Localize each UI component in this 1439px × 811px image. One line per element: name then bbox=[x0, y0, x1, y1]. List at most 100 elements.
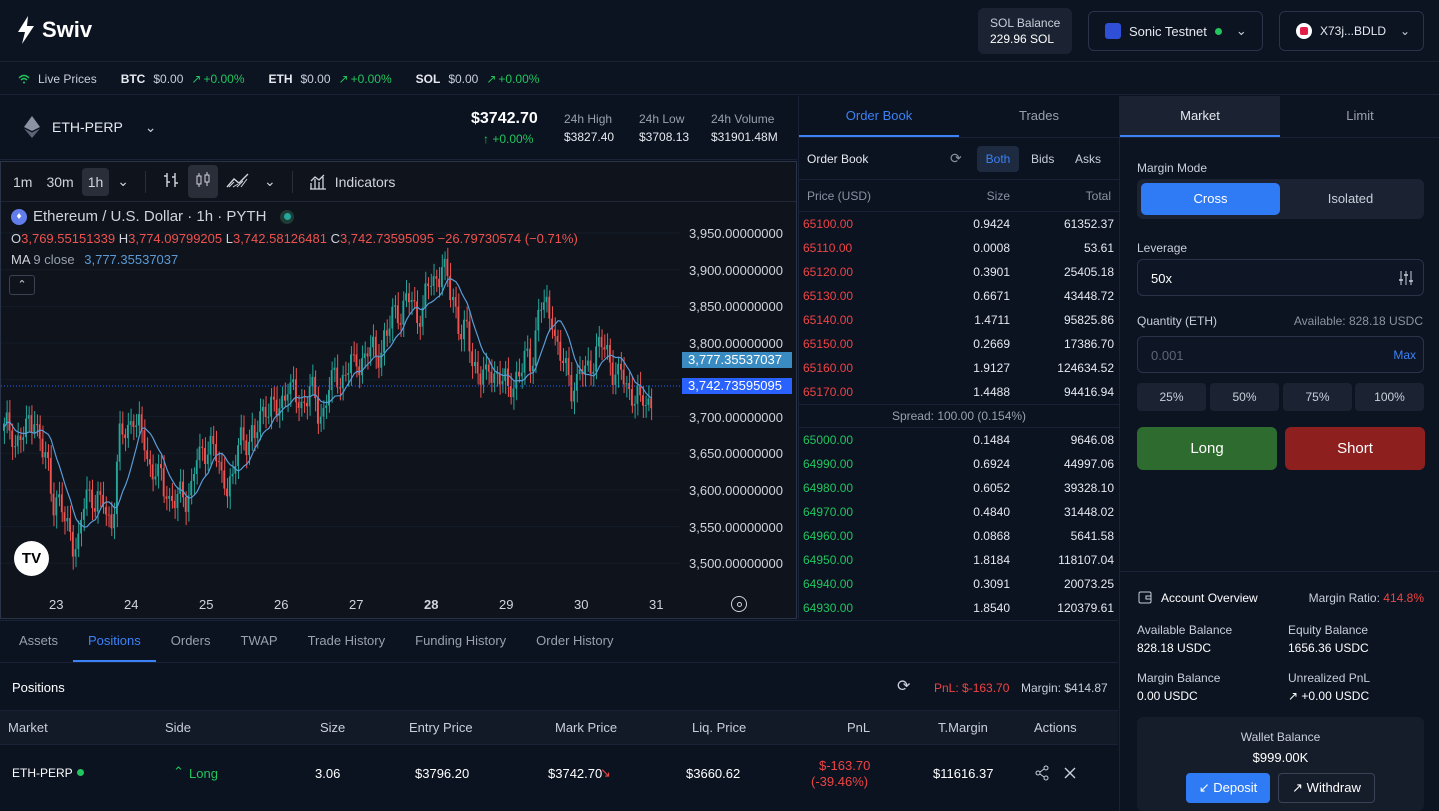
pct-75-button[interactable]: 75% bbox=[1283, 383, 1352, 411]
leverage-input[interactable]: 50x bbox=[1137, 259, 1424, 296]
chart-settings-icon[interactable] bbox=[731, 596, 747, 612]
tab-trades[interactable]: Trades bbox=[959, 96, 1119, 137]
deposit-button[interactable]: ↙ Deposit bbox=[1186, 773, 1270, 803]
bar-chart-icon[interactable] bbox=[156, 165, 186, 198]
collapse-legend-button[interactable]: ⌃ bbox=[9, 275, 35, 295]
candle bbox=[611, 362, 614, 385]
tab-limit[interactable]: Limit bbox=[1280, 96, 1439, 137]
tab-positions[interactable]: Positions bbox=[73, 621, 156, 662]
sliders-icon[interactable] bbox=[1399, 270, 1413, 286]
market-selector[interactable]: ETH-PERP ⌄ bbox=[24, 116, 157, 138]
tab-trade-history[interactable]: Trade History bbox=[293, 621, 401, 662]
col-price: Price (USD) bbox=[807, 189, 872, 203]
orderbook-row[interactable]: 65130.00 0.6671 43448.72 bbox=[799, 284, 1119, 308]
total-pnl: PnL: $-163.70 bbox=[934, 681, 1010, 695]
tab-assets[interactable]: Assets bbox=[4, 621, 73, 662]
isolated-button[interactable]: Isolated bbox=[1281, 183, 1420, 215]
candle bbox=[440, 267, 443, 288]
ob-total: 25405.18 bbox=[1063, 265, 1114, 279]
tab-order-history[interactable]: Order History bbox=[521, 621, 628, 662]
candle bbox=[226, 488, 228, 497]
orderbook-row[interactable]: 65140.00 1.4711 95825.86 bbox=[799, 308, 1119, 332]
candle bbox=[173, 500, 176, 509]
tab-order-book[interactable]: Order Book bbox=[799, 96, 959, 137]
order-book-panel: Order Book Trades Order Book ⟳ Both Bids… bbox=[798, 96, 1119, 620]
ohlc-open: 3,769.55151339 bbox=[21, 231, 116, 246]
order-type-tabs: Market Limit bbox=[1120, 96, 1439, 138]
refresh-icon[interactable]: ⟳ bbox=[950, 150, 962, 167]
price-chart[interactable]: 1m 30m 1h ⌄ ⌄ Indicators ♦ Ethereum / U.… bbox=[0, 161, 797, 619]
orderbook-row[interactable]: 64930.00 1.8540 120379.61 bbox=[799, 596, 1119, 620]
chevron-down-icon[interactable]: ⌄ bbox=[258, 167, 282, 196]
leverage-label: Leverage bbox=[1137, 241, 1188, 255]
ob-total: 94416.94 bbox=[1063, 385, 1114, 399]
quantity-input[interactable]: 0.001 Max bbox=[1137, 336, 1424, 373]
orderbook-row[interactable]: 64950.00 1.8184 118107.04 bbox=[799, 548, 1119, 572]
short-button[interactable]: Short bbox=[1285, 427, 1425, 470]
orderbook-row[interactable]: 64970.00 0.4840 31448.02 bbox=[799, 500, 1119, 524]
market-symbol: ETH-PERP bbox=[52, 119, 123, 135]
filter-bids[interactable]: Bids bbox=[1031, 152, 1054, 166]
indicators-button[interactable]: Indicators bbox=[303, 167, 402, 197]
refresh-icon[interactable]: ⟳ bbox=[897, 676, 910, 696]
orderbook-row[interactable]: 65150.00 0.2669 17386.70 bbox=[799, 332, 1119, 356]
long-button[interactable]: Long bbox=[1137, 427, 1277, 470]
order-panel: Market Limit Margin Mode Cross Isolated … bbox=[1119, 96, 1439, 811]
candle bbox=[460, 333, 462, 340]
ticker-item[interactable]: ETH $0.00 ↗ +0.00% bbox=[269, 72, 392, 86]
table-row[interactable]: ETH-PERP ⌃ Long 3.06 $3796.20 $3742.70 ↘… bbox=[0, 745, 1118, 801]
stat-label: 24h Low bbox=[639, 112, 685, 126]
sol-balance: SOL Balance 229.96 SOL bbox=[978, 8, 1072, 54]
timeframe-1h[interactable]: 1h bbox=[81, 167, 110, 196]
candle bbox=[529, 348, 531, 372]
close-icon[interactable] bbox=[1063, 766, 1077, 780]
area-chart-icon[interactable] bbox=[220, 165, 256, 198]
pct-100-button[interactable]: 100% bbox=[1355, 383, 1424, 411]
orderbook-row[interactable]: 65160.00 1.9127 124634.52 bbox=[799, 356, 1119, 380]
orderbook-row[interactable]: 65110.00 0.0008 53.61 bbox=[799, 236, 1119, 260]
orderbook-row[interactable]: 64940.00 0.3091 20073.25 bbox=[799, 572, 1119, 596]
orderbook-row[interactable]: 64980.00 0.6052 39328.10 bbox=[799, 476, 1119, 500]
orderbook-row[interactable]: 65000.00 0.1484 9646.08 bbox=[799, 428, 1119, 452]
candle bbox=[567, 358, 570, 376]
candle bbox=[30, 415, 33, 433]
tab-orders[interactable]: Orders bbox=[156, 621, 226, 662]
candle bbox=[212, 435, 215, 445]
quantity-placeholder: 0.001 bbox=[1151, 348, 1184, 363]
candle bbox=[82, 508, 85, 520]
timeframe-1m[interactable]: 1m bbox=[7, 168, 38, 196]
withdraw-button[interactable]: ↗ Withdraw bbox=[1278, 773, 1375, 803]
pct-50-button[interactable]: 50% bbox=[1210, 383, 1279, 411]
filter-both[interactable]: Both bbox=[977, 146, 1019, 172]
ticker-item[interactable]: SOL $0.00 ↗ +0.00% bbox=[416, 72, 540, 86]
pct-25-button[interactable]: 25% bbox=[1137, 383, 1206, 411]
orderbook-row[interactable]: 65100.00 0.9424 61352.37 bbox=[799, 212, 1119, 236]
filter-asks[interactable]: Asks bbox=[1075, 152, 1101, 166]
candle bbox=[182, 481, 184, 498]
wallet-selector[interactable]: X73j...BDLD ⌄ bbox=[1279, 11, 1424, 51]
ticker-item[interactable]: BTC $0.00 ↗ +0.00% bbox=[121, 72, 245, 86]
candle bbox=[270, 396, 272, 417]
candle bbox=[622, 369, 625, 385]
candle bbox=[319, 416, 322, 424]
orderbook-row[interactable]: 64960.00 0.0868 5641.58 bbox=[799, 524, 1119, 548]
network-selector[interactable]: Sonic Testnet ⌄ bbox=[1088, 11, 1263, 51]
candle bbox=[253, 425, 256, 439]
cross-button[interactable]: Cross bbox=[1141, 183, 1280, 215]
orderbook-row[interactable]: 64990.00 0.6924 44997.06 bbox=[799, 452, 1119, 476]
orderbook-row[interactable]: 65120.00 0.3901 25405.18 bbox=[799, 260, 1119, 284]
share-icon[interactable] bbox=[1034, 765, 1050, 781]
candle bbox=[418, 323, 421, 327]
tab-market[interactable]: Market bbox=[1120, 96, 1280, 137]
candles-icon[interactable] bbox=[188, 165, 218, 198]
tab-funding-history[interactable]: Funding History bbox=[400, 621, 521, 662]
chevron-down-icon[interactable]: ⌄ bbox=[111, 167, 135, 196]
orderbook-row[interactable]: 65170.00 1.4488 94416.94 bbox=[799, 380, 1119, 404]
max-button[interactable]: Max bbox=[1393, 348, 1416, 362]
timeframe-30m[interactable]: 30m bbox=[40, 168, 79, 196]
candle bbox=[523, 350, 526, 373]
logo[interactable]: Swiv bbox=[16, 16, 92, 44]
row-size: 3.06 bbox=[315, 766, 341, 781]
tab-twap[interactable]: TWAP bbox=[226, 621, 293, 662]
tradingview-logo-icon[interactable]: TV bbox=[14, 541, 49, 576]
